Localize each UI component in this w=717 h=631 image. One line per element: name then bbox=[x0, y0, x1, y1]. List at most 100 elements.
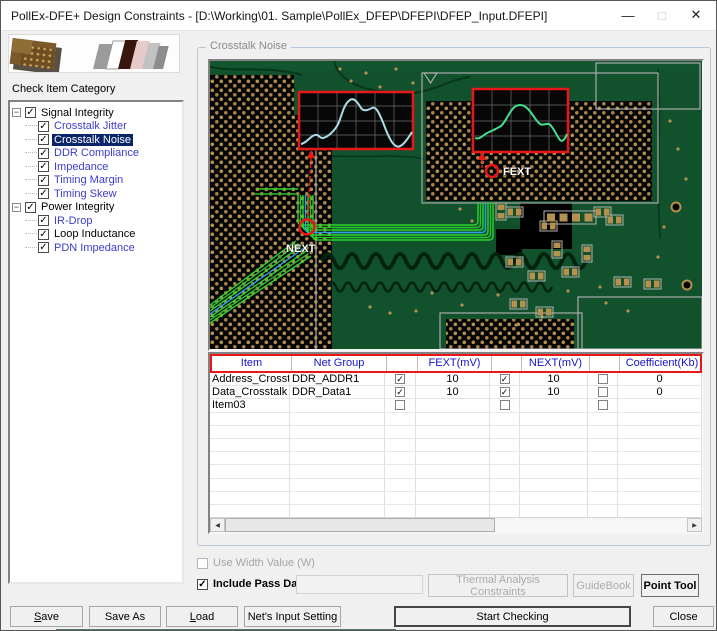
table-cell[interactable] bbox=[416, 439, 490, 452]
table-cell[interactable] bbox=[210, 492, 290, 505]
table-cell[interactable] bbox=[520, 479, 588, 492]
tree-item-checkbox[interactable]: ✓ bbox=[25, 202, 36, 213]
table-cell[interactable] bbox=[385, 399, 416, 412]
table-cell[interactable] bbox=[490, 399, 520, 412]
tree-item-checkbox[interactable]: ✓ bbox=[38, 229, 49, 240]
table-cell[interactable]: ✓ bbox=[490, 373, 520, 386]
table-cell[interactable] bbox=[520, 399, 588, 412]
table-cell[interactable] bbox=[210, 413, 290, 426]
table-cell[interactable] bbox=[618, 413, 702, 426]
table-cell[interactable] bbox=[290, 465, 385, 478]
pass-data-input[interactable] bbox=[296, 575, 423, 594]
nets-input-setting-button[interactable]: Net's Input Setting bbox=[244, 606, 341, 627]
table-cell[interactable] bbox=[416, 492, 490, 505]
tree-item-timing-margin[interactable]: ✓Timing Margin bbox=[12, 174, 180, 188]
thermal-analysis-button[interactable]: Thermal Analysis Constraints bbox=[428, 574, 568, 597]
table-cell[interactable] bbox=[588, 426, 618, 439]
table-cell[interactable] bbox=[618, 439, 702, 452]
table-cell[interactable] bbox=[290, 479, 385, 492]
start-checking-button[interactable]: Start Checking bbox=[394, 606, 631, 627]
tree-item-checkbox[interactable]: ✓ bbox=[38, 175, 49, 186]
table-cell[interactable] bbox=[210, 505, 290, 517]
table-cell[interactable] bbox=[290, 439, 385, 452]
guidebook-button[interactable]: GuideBook bbox=[573, 574, 634, 597]
table-cell[interactable] bbox=[290, 452, 385, 465]
scrollbar-track[interactable] bbox=[225, 518, 687, 532]
table-cell[interactable] bbox=[588, 492, 618, 505]
table-cell[interactable]: Data_Crosstalk bbox=[210, 386, 290, 399]
table-cell[interactable] bbox=[290, 426, 385, 439]
table-cell[interactable]: 10 bbox=[416, 373, 490, 386]
minimize-icon[interactable]: — bbox=[612, 1, 644, 29]
table-cell[interactable] bbox=[588, 452, 618, 465]
tree-item-ddr-compliance[interactable]: ✓DDR Compliance bbox=[12, 147, 180, 161]
table-cell[interactable] bbox=[416, 413, 490, 426]
load-button[interactable]: Load bbox=[166, 606, 238, 627]
point-tool-button[interactable]: Point Tool bbox=[641, 574, 699, 597]
table-cell[interactable] bbox=[588, 373, 618, 386]
table-cell[interactable]: ✓ bbox=[490, 386, 520, 399]
table-cell[interactable] bbox=[210, 439, 290, 452]
tree-item-crosstalk-jitter[interactable]: ✓Crosstalk Jitter bbox=[12, 120, 180, 134]
use-width-checkbox[interactable] bbox=[197, 558, 208, 569]
cell-checkbox[interactable] bbox=[598, 387, 608, 397]
tree-item-signal-integrity[interactable]: −✓Signal Integrity bbox=[12, 106, 180, 120]
table-cell[interactable] bbox=[490, 439, 520, 452]
table-cell[interactable] bbox=[210, 426, 290, 439]
tree-collapse-icon[interactable]: − bbox=[12, 203, 21, 212]
tree-item-checkbox[interactable]: ✓ bbox=[38, 121, 49, 132]
cell-checkbox[interactable] bbox=[598, 374, 608, 384]
table-cell[interactable]: ✓ bbox=[385, 386, 416, 399]
horizontal-scrollbar[interactable]: ◀ ▶ bbox=[210, 517, 702, 532]
tree-item-timing-skew[interactable]: ✓Timing Skew bbox=[12, 187, 180, 201]
table-cell[interactable] bbox=[588, 439, 618, 452]
table-cell[interactable] bbox=[385, 452, 416, 465]
table-cell[interactable] bbox=[290, 413, 385, 426]
table-cell[interactable]: 10 bbox=[520, 373, 588, 386]
tree-item-checkbox[interactable]: ✓ bbox=[38, 161, 49, 172]
table-cell[interactable] bbox=[588, 413, 618, 426]
tree-item-pdn-impedance[interactable]: ✓PDN Impedance bbox=[12, 241, 180, 255]
table-cell[interactable] bbox=[618, 426, 702, 439]
close-icon[interactable]: ✕ bbox=[680, 1, 712, 29]
table-cell[interactable] bbox=[385, 492, 416, 505]
table-cell[interactable] bbox=[618, 492, 702, 505]
cell-checkbox[interactable]: ✓ bbox=[500, 374, 510, 384]
table-cell[interactable] bbox=[416, 399, 490, 412]
table-cell[interactable] bbox=[210, 465, 290, 478]
table-cell[interactable] bbox=[416, 452, 490, 465]
table-cell[interactable] bbox=[520, 465, 588, 478]
table-cell[interactable] bbox=[618, 452, 702, 465]
table-cell[interactable] bbox=[490, 492, 520, 505]
table-cell[interactable] bbox=[618, 479, 702, 492]
table-cell[interactable] bbox=[290, 505, 385, 517]
table-cell[interactable] bbox=[385, 505, 416, 517]
table-cell[interactable] bbox=[416, 479, 490, 492]
table-cell[interactable]: DDR_ADDR1 bbox=[290, 373, 385, 386]
table-cell[interactable] bbox=[416, 505, 490, 517]
table-cell[interactable] bbox=[416, 465, 490, 478]
tree-item-impedance[interactable]: ✓Impedance bbox=[12, 160, 180, 174]
table-cell[interactable]: ✓ bbox=[385, 373, 416, 386]
tree-item-power-integrity[interactable]: −✓Power Integrity bbox=[12, 201, 180, 215]
table-cell[interactable] bbox=[416, 426, 490, 439]
table-cell[interactable] bbox=[588, 386, 618, 399]
tree-item-ir-drop[interactable]: ✓IR-Drop bbox=[12, 214, 180, 228]
cell-checkbox[interactable] bbox=[500, 400, 510, 410]
table-cell[interactable] bbox=[385, 413, 416, 426]
table-cell[interactable]: 0 bbox=[618, 373, 702, 386]
scroll-left-icon[interactable]: ◀ bbox=[210, 518, 225, 532]
table-cell[interactable] bbox=[520, 439, 588, 452]
scrollbar-thumb[interactable] bbox=[225, 518, 495, 532]
table-cell[interactable] bbox=[490, 426, 520, 439]
table-cell[interactable] bbox=[588, 399, 618, 412]
cell-checkbox[interactable]: ✓ bbox=[395, 374, 405, 384]
table-cell[interactable] bbox=[588, 465, 618, 478]
table-cell[interactable] bbox=[490, 465, 520, 478]
cell-checkbox[interactable]: ✓ bbox=[395, 387, 405, 397]
table-cell[interactable] bbox=[385, 426, 416, 439]
table-cell[interactable] bbox=[588, 479, 618, 492]
table-cell[interactable] bbox=[210, 452, 290, 465]
table-cell[interactable] bbox=[385, 439, 416, 452]
include-pass-checkbox[interactable]: ✓ bbox=[197, 579, 208, 590]
